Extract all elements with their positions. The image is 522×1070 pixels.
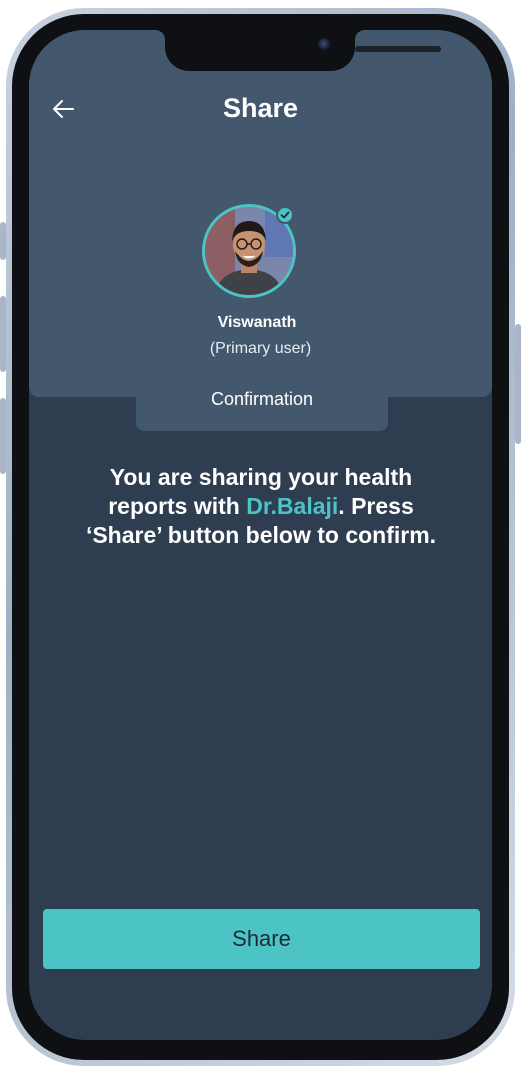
earpiece-speaker — [355, 46, 441, 52]
app-screen: Share Viswanath (Primary user) Confirmat… — [29, 30, 492, 1040]
phone-notch — [155, 30, 441, 71]
user-role: (Primary user) — [209, 340, 312, 357]
page-title: Share — [222, 93, 299, 123]
front-camera-icon — [318, 38, 332, 52]
phone-power-button — [515, 324, 521, 444]
confirmation-message: You are sharing your health reports with… — [71, 463, 451, 550]
check-circle-icon — [276, 206, 294, 224]
share-button[interactable]: Share — [43, 909, 480, 969]
tab-confirmation: Confirmation — [210, 389, 314, 409]
user-name: Viswanath — [217, 314, 297, 331]
doctor-name: Dr.Balaji — [246, 493, 339, 519]
